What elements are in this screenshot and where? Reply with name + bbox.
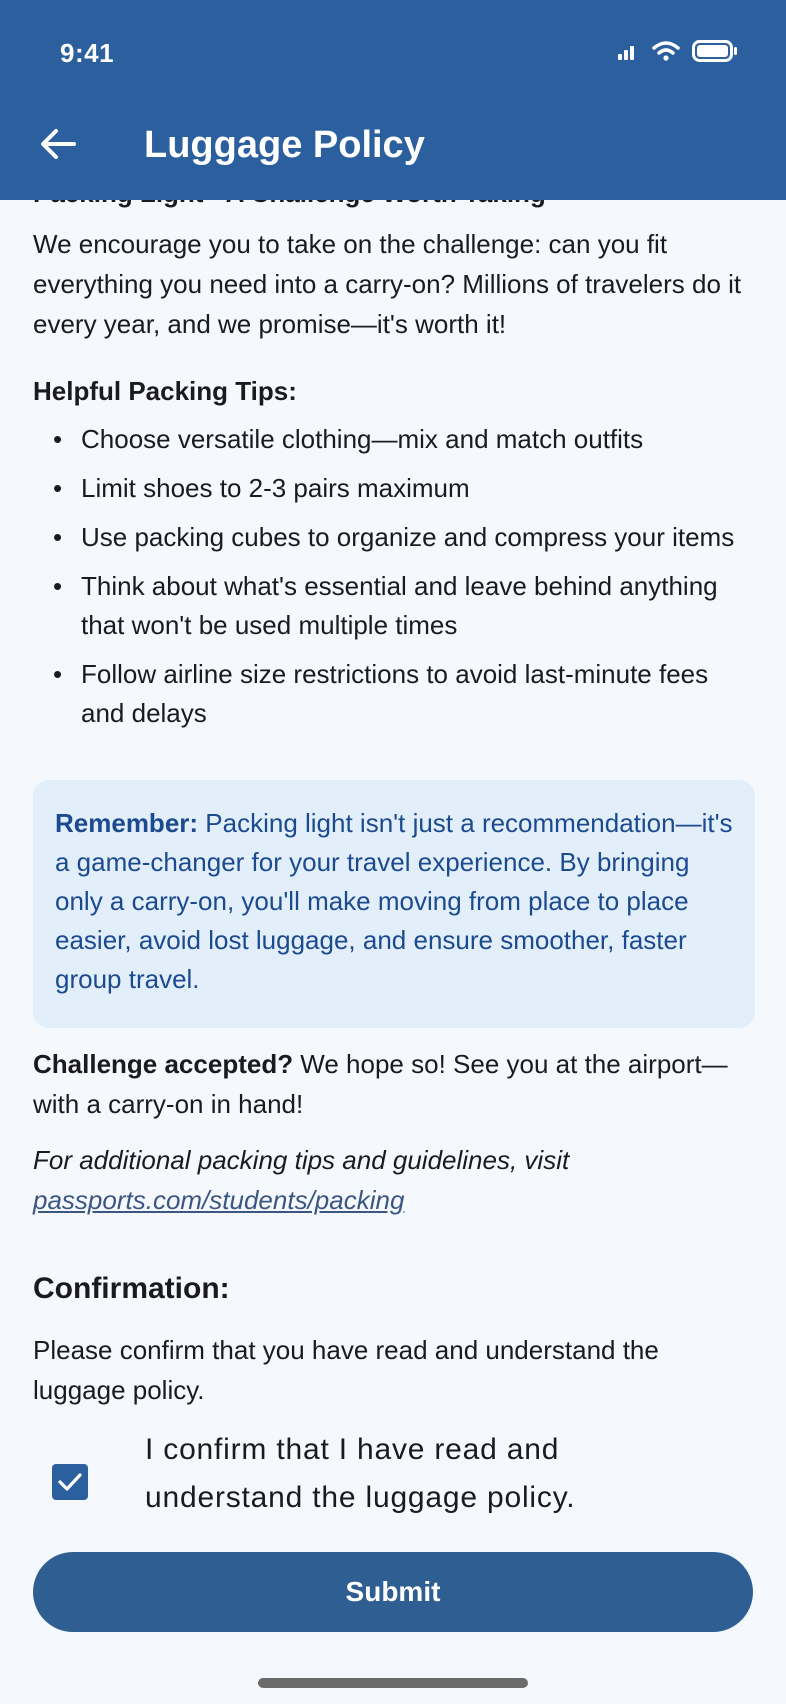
challenge-label: Challenge accepted? — [33, 1049, 294, 1079]
submit-button[interactable]: Submit — [33, 1552, 753, 1632]
additional-info: For additional packing tips and guidelin… — [33, 1140, 755, 1220]
confirm-label[interactable]: I confirm that I have read and understan… — [145, 1426, 705, 1522]
list-item: • Follow airline size restrictions to avo… — [53, 659, 709, 728]
tips-list: • Choose versatile clothing—mix and match… — [33, 420, 755, 743]
page-title: Luggage Policy — [144, 124, 425, 166]
checkmark-icon — [58, 1473, 82, 1491]
challenge-paragraph: Challenge accepted? We hope so! See you … — [33, 1044, 755, 1124]
confirm-row: I confirm that I have read and understan… — [52, 1426, 752, 1522]
home-indicator — [258, 1678, 528, 1688]
list-item: • Limit shoes to 2-3 pairs maximum — [53, 473, 470, 503]
list-item: • Use packing cubes to organize and compr… — [53, 522, 735, 552]
status-time: 9:41 — [60, 38, 115, 68]
intro-paragraph: We encourage you to take on the challeng… — [33, 229, 742, 339]
policy-content[interactable]: Packing Light - A Challenge Worth Taking… — [0, 200, 786, 1640]
signal-icon — [618, 42, 640, 65]
battery-icon — [692, 40, 738, 67]
reminder-callout: Remember: Packing light isn't just a rec… — [33, 780, 755, 1028]
status-icons — [618, 40, 738, 67]
app-bar: 9:41 Luggage Policy — [0, 0, 786, 200]
list-item: • Choose versatile clothing—mix and match… — [53, 424, 644, 454]
callout-label: Remember: — [55, 808, 199, 838]
additional-text: For additional packing tips and guidelin… — [33, 1145, 570, 1175]
packing-link[interactable]: passports.com/students/packing — [33, 1185, 404, 1215]
wifi-icon — [652, 41, 680, 66]
arrow-left-icon — [41, 129, 76, 159]
section-heading-clipped: Packing Light - A Challenge Worth Taking — [33, 200, 546, 209]
confirm-checkbox[interactable] — [52, 1464, 88, 1500]
list-item: • Think about what's essential and leave … — [53, 571, 718, 640]
tips-title: Helpful Packing Tips: — [33, 376, 297, 406]
back-button[interactable] — [36, 122, 80, 166]
confirmation-title: Confirmation: — [33, 1272, 230, 1305]
confirmation-instruction: Please confirm that you have read and un… — [33, 1335, 659, 1405]
